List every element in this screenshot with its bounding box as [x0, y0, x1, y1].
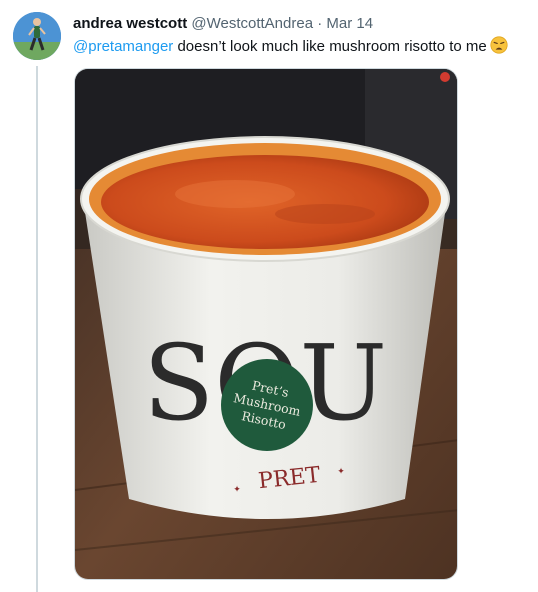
- tweet-photo[interactable]: SOU Pret’s Mushroom Risotto ✦ PRET ✦: [74, 68, 458, 580]
- tweet: andrea westcott @WestcottAndrea · Mar 14…: [0, 0, 538, 592]
- separator-dot: ·: [317, 15, 323, 32]
- avatar[interactable]: [13, 12, 61, 60]
- brand-star-right-icon: ✦: [337, 467, 345, 477]
- author-name[interactable]: andrea westcott: [73, 15, 187, 32]
- author-handle[interactable]: @WestcottAndrea: [191, 15, 313, 32]
- runner-avatar-icon: [13, 12, 61, 60]
- tweet-date[interactable]: Mar 14: [326, 15, 373, 32]
- weary-face-emoji-icon: [490, 36, 508, 60]
- thread-line: [36, 66, 38, 592]
- soup-cup-photo: SOU Pret’s Mushroom Risotto ✦ PRET ✦: [75, 69, 457, 579]
- tweet-text-body: doesn’t look much like mushroom risotto …: [173, 38, 487, 55]
- brand-star-left-icon: ✦: [233, 485, 241, 495]
- tweet-text: @pretamanger doesn’t look much like mush…: [73, 36, 508, 60]
- mention-link[interactable]: @pretamanger: [73, 38, 173, 55]
- tweet-header: andrea westcott @WestcottAndrea · Mar 14: [73, 14, 373, 34]
